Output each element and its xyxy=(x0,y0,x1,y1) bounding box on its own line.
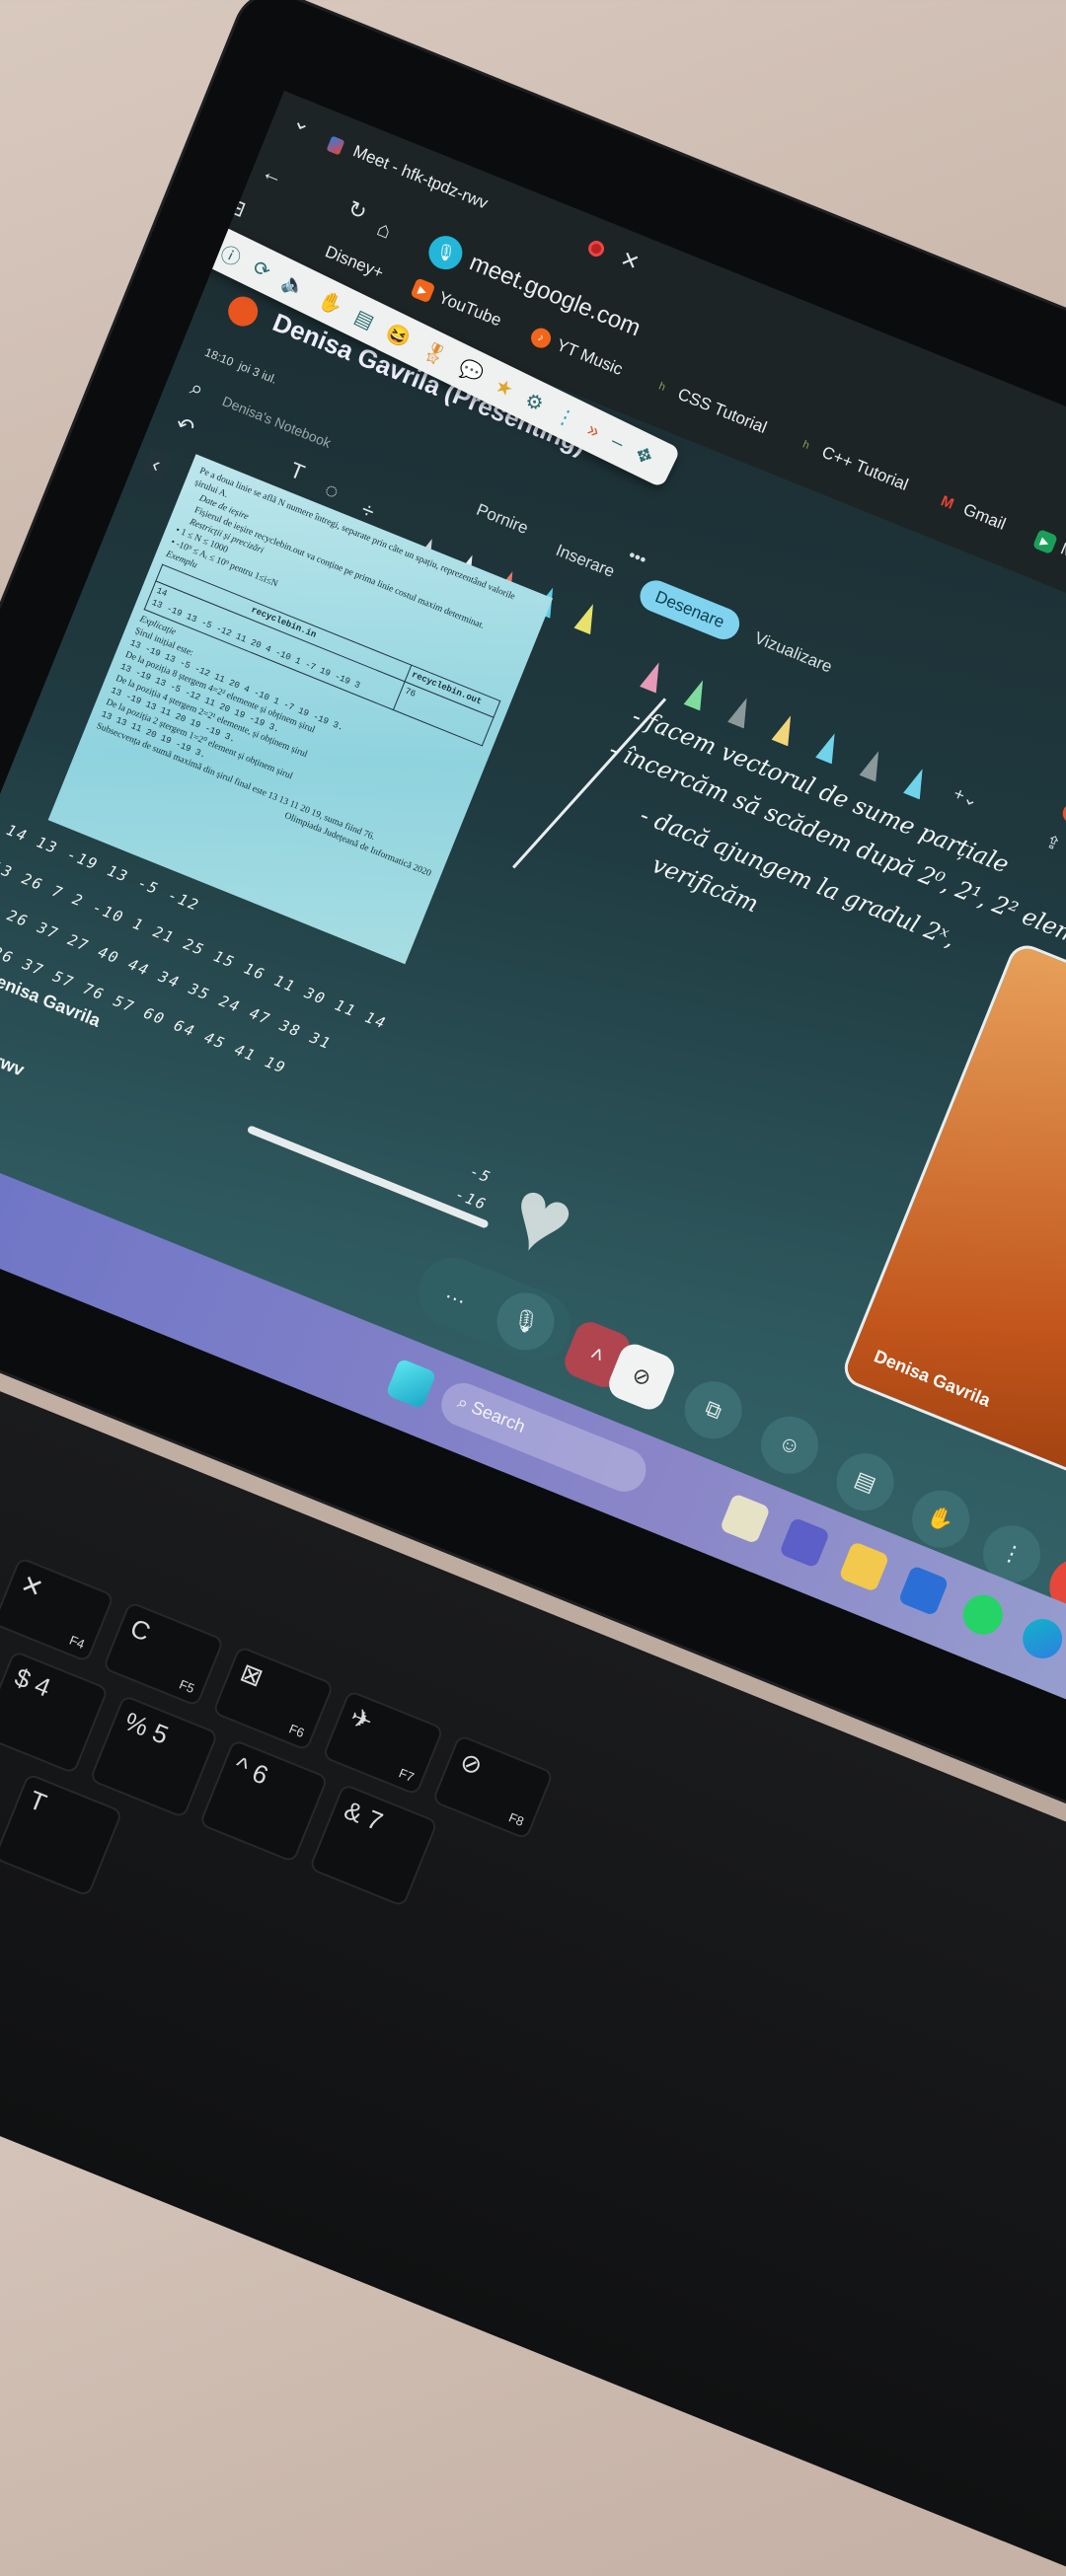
pen-icon[interactable] xyxy=(727,695,755,729)
star-icon[interactable]: ★ xyxy=(491,372,517,402)
key-7[interactable]: & 7 xyxy=(311,1785,436,1905)
lasso-icon[interactable]: ◌ xyxy=(321,477,343,505)
teams-icon[interactable] xyxy=(779,1516,831,1569)
home-indicator[interactable] xyxy=(246,1125,490,1229)
key-f8[interactable]: ⊘ F8 xyxy=(433,1736,552,1838)
emoji-icon[interactable]: 😆 xyxy=(382,319,415,351)
notebook-search[interactable]: Denisa's Notebook xyxy=(220,393,334,451)
pen-icon[interactable] xyxy=(640,659,667,694)
presenter-avatar xyxy=(223,292,263,331)
text-tool-icon[interactable]: T xyxy=(286,457,308,485)
add-pen-icon[interactable]: +⌄ xyxy=(948,783,981,820)
meeting-code: hfk-tpdz-rwv xyxy=(0,1021,28,1080)
key-f6[interactable]: ⊠ F6 xyxy=(214,1648,333,1749)
key-5[interactable]: % 5 xyxy=(91,1696,217,1816)
scratch-numbers: -5 xyxy=(467,1162,495,1188)
file-explorer-icon[interactable] xyxy=(838,1540,890,1592)
notes-icon[interactable]: ▤ xyxy=(350,304,378,334)
award-icon[interactable]: 🎖 xyxy=(418,336,451,370)
key-6[interactable]: ^ 6 xyxy=(200,1740,327,1861)
tab-desenare[interactable]: Desenare xyxy=(635,575,744,644)
key-f7[interactable]: ✈ F7 xyxy=(324,1692,442,1794)
move-icon[interactable]: ✥ xyxy=(632,441,657,471)
pen-icon[interactable] xyxy=(860,748,887,782)
tile-name: Denisa Gavrila xyxy=(871,1346,994,1411)
key-f5[interactable]: C F5 xyxy=(105,1603,222,1705)
settings-icon[interactable]: ⚙ xyxy=(521,387,548,416)
laptop-photo: ✕ F4 C F5 ⊠ F6 ✈ F7 ⊘ F8 $ 4 % 5 ^ 6 & 7 T ⌄ … xyxy=(0,0,1066,2576)
more-vert-icon[interactable]: ⋮ xyxy=(551,402,579,432)
windows-start-icon[interactable] xyxy=(385,1358,437,1410)
reactions-icon[interactable]: ☺ xyxy=(752,1408,827,1483)
participant-tile[interactable]: Denisa Gavrila xyxy=(838,939,1066,1498)
hand-icon[interactable]: ✋ xyxy=(315,286,347,319)
clock: 18:10 joi 3 iul. xyxy=(202,344,279,387)
edge-icon[interactable] xyxy=(1017,1612,1066,1665)
tab-inserare[interactable]: Inserare xyxy=(553,541,617,582)
whatsapp-icon[interactable] xyxy=(956,1588,1009,1641)
highlighter-icon[interactable] xyxy=(573,601,601,635)
minimize-icon[interactable]: – xyxy=(608,430,628,456)
volume-icon[interactable]: 🔈 xyxy=(278,268,311,301)
captions-icon[interactable]: ▤ xyxy=(827,1444,903,1519)
share-icon[interactable]: ⇪ xyxy=(1042,831,1063,855)
key-f4[interactable]: ✕ F4 xyxy=(0,1559,113,1660)
tab-pornire[interactable]: Pornire xyxy=(474,500,531,539)
word-icon[interactable] xyxy=(897,1565,950,1617)
forward-icon[interactable]: » xyxy=(583,418,604,444)
widgets-icon[interactable] xyxy=(719,1493,771,1545)
collapse-icon[interactable]: ‹ xyxy=(139,446,173,483)
chat-icon[interactable]: 💬 xyxy=(455,354,488,387)
pen-icon[interactable] xyxy=(684,677,712,711)
present-screen-icon[interactable]: ⧉ xyxy=(675,1372,751,1447)
pen-icon[interactable] xyxy=(772,712,800,747)
pasted-problem-image: Pe a doua linie se află N numere întregi… xyxy=(47,454,554,965)
key-4[interactable]: $ 4 xyxy=(0,1653,107,1772)
record-button[interactable] xyxy=(1059,800,1066,835)
switch-icon[interactable]: ⟳ xyxy=(249,255,274,284)
pen-icon[interactable] xyxy=(903,766,931,800)
pen-icon[interactable] xyxy=(815,730,843,765)
fingerprint-heart-icon: ♥ xyxy=(494,1155,590,1281)
search-icon[interactable]: ⌕ xyxy=(187,375,207,404)
undo-icon[interactable]: ↶ xyxy=(172,411,197,442)
more-tabs[interactable]: ••• xyxy=(626,546,649,570)
key-t[interactable]: T xyxy=(0,1775,121,1895)
tab-vizualizare[interactable]: Vizualizare xyxy=(751,628,835,678)
